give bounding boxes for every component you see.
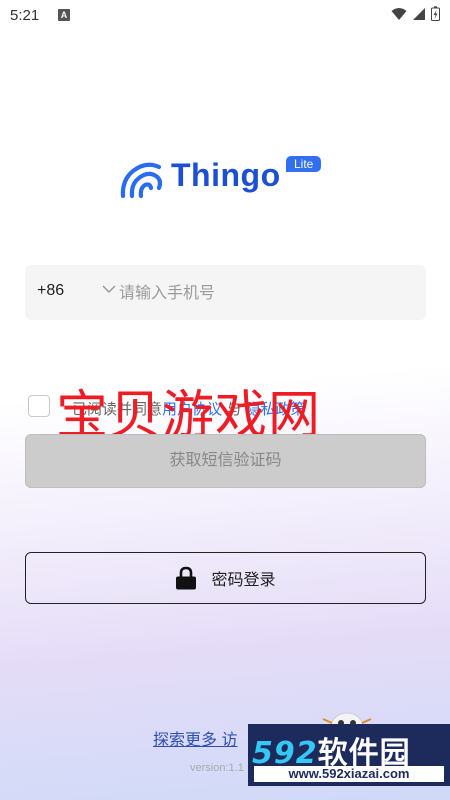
get-sms-code-button[interactable]: 获取短信验证码 <box>25 434 426 488</box>
phone-number-input[interactable] <box>117 265 411 322</box>
battery-icon <box>431 6 440 21</box>
phone-input-container: +86 <box>25 265 426 322</box>
notification-icon: A <box>58 9 70 21</box>
password-login-label: 密码登录 <box>211 572 276 589</box>
site-watermark-url: www.592xiazai.com <box>254 766 444 782</box>
agreement-checkbox[interactable] <box>28 395 50 417</box>
status-time: 5:21 <box>10 7 40 24</box>
version-text: version:1.1 <box>190 762 244 774</box>
brand-name: Thingo <box>171 157 281 193</box>
site-watermark: 592软件园 www.592xiazai.com <box>248 724 450 786</box>
app-logo: Thingo Lite <box>120 155 335 200</box>
signal-icon <box>413 7 425 20</box>
wifi-icon <box>391 7 407 20</box>
password-login-button[interactable]: 密码登录 <box>25 552 426 604</box>
country-code-selector[interactable]: +86 <box>37 282 64 300</box>
lock-icon <box>176 566 197 590</box>
thingo-logo-icon <box>120 162 163 198</box>
lite-badge: Lite <box>286 156 322 172</box>
explore-more-link[interactable]: 探索更多 访 <box>153 726 237 750</box>
status-bar: 5:21 A <box>0 0 450 32</box>
chevron-down-icon[interactable] <box>102 284 116 294</box>
status-icons <box>391 6 440 21</box>
